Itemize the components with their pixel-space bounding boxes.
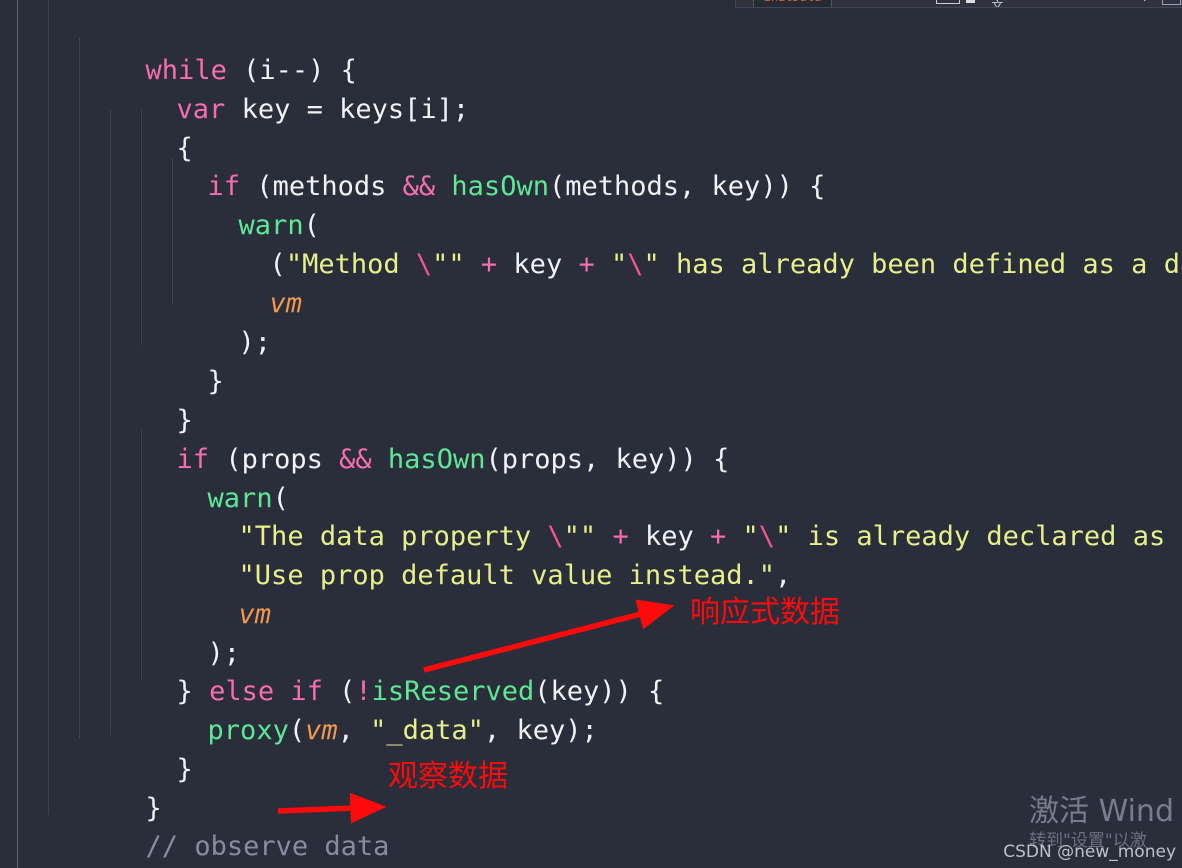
code-line-22[interactable]: observe(data, true /* asRootData */); — [48, 813, 747, 862]
help-icon[interactable]: ? — [1141, 0, 1148, 4]
context-label: 上下文 — [991, 0, 1004, 8]
window-control-icon[interactable] — [1162, 0, 1181, 5]
code-line-23[interactable]: } — [20, 852, 134, 868]
panel-layout-icon[interactable] — [936, 0, 961, 4]
indent-guide-0 — [17, 0, 18, 868]
token-variable-vm: vm — [269, 287, 303, 319]
code-line-6[interactable]: ("Method \"" + key + "\" has already bee… — [172, 192, 1182, 280]
annotation-reactive-data: 响应式数据 — [690, 595, 840, 630]
window-icon-group[interactable] — [936, 0, 976, 4]
chevron-right-icon: › — [742, 0, 749, 4]
panel-side-icon[interactable] — [966, 0, 976, 3]
token-function: proxy — [207, 714, 289, 746]
screenshot-root: while (i--) { var key = keys[i]; { if (m… — [0, 0, 1182, 868]
background-window-titlebar[interactable]: › initData 上下文 ? — [735, 0, 1182, 8]
token-variable-vm: vm — [305, 714, 338, 746]
tab-initdata[interactable]: initData — [752, 0, 833, 7]
annotation-observe-data: 观察数据 — [388, 759, 508, 794]
code-editor-surface[interactable]: while (i--) { var key = keys[i]; { if (m… — [0, 0, 1182, 868]
